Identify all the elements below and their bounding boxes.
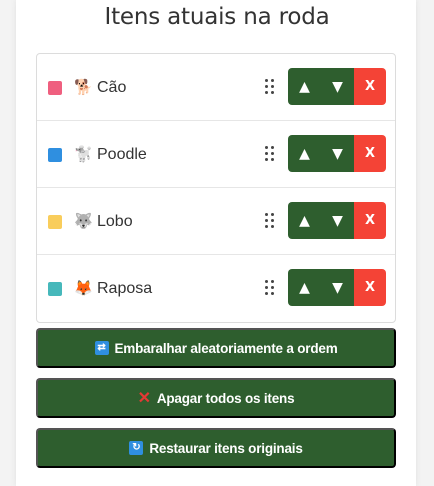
refresh-icon: ↻ [129, 441, 144, 455]
drag-handle-icon[interactable] [265, 146, 275, 162]
color-swatch [48, 282, 62, 296]
move-up-button[interactable]: ▲ [288, 202, 321, 239]
color-swatch [48, 148, 62, 162]
move-up-button[interactable]: ▲ [288, 135, 321, 172]
move-down-button[interactable]: ▼ [321, 68, 354, 105]
cross-icon: ✕ [137, 390, 151, 407]
move-up-button[interactable]: ▲ [288, 269, 321, 306]
delete-item-button[interactable]: X [354, 269, 386, 306]
fox-icon: 🦊 [74, 279, 93, 297]
list-item[interactable]: 🐕 Cão ▲ ▼ X [37, 54, 395, 121]
move-down-button[interactable]: ▼ [321, 269, 354, 306]
item-label: Poodle [97, 146, 147, 163]
clear-all-button[interactable]: ✕ Apagar todos os itens [36, 378, 396, 418]
dog-icon: 🐕 [74, 78, 93, 96]
drag-handle-icon[interactable] [265, 79, 275, 95]
move-down-button[interactable]: ▼ [321, 135, 354, 172]
move-up-button[interactable]: ▲ [288, 68, 321, 105]
drag-handle-icon[interactable] [265, 213, 275, 229]
move-down-button[interactable]: ▼ [321, 202, 354, 239]
color-swatch [48, 81, 62, 95]
delete-item-button[interactable]: X [354, 135, 386, 172]
list-item[interactable]: 🐺 Lobo ▲ ▼ X [37, 188, 395, 255]
drag-handle-icon[interactable] [265, 280, 275, 296]
panel-title: Itens atuais na roda [104, 4, 330, 30]
shuffle-icon: ⇄ [94, 341, 109, 355]
delete-item-button[interactable]: X [354, 68, 386, 105]
clear-all-label: Apagar todos os itens [156, 390, 295, 406]
shuffle-button[interactable]: ⇄ Embaralhar aleatoriamente a ordem [36, 328, 396, 368]
list-item[interactable]: 🦊 Raposa ▲ ▼ X [37, 255, 395, 322]
item-label: Lobo [97, 213, 133, 230]
shuffle-label: Embaralhar aleatoriamente a ordem [114, 340, 338, 356]
item-list: 🐕 Cão ▲ ▼ X 🐩 Poodle ▲ ▼ X 🐺 Lobo ▲ ▼ X … [36, 53, 396, 323]
poodle-icon: 🐩 [74, 145, 93, 163]
restore-label: Restaurar itens originais [149, 440, 303, 456]
list-item[interactable]: 🐩 Poodle ▲ ▼ X [37, 121, 395, 188]
item-label: Raposa [97, 280, 153, 297]
restore-button[interactable]: ↻ Restaurar itens originais [36, 428, 396, 468]
wolf-icon: 🐺 [74, 212, 93, 230]
color-swatch [48, 215, 62, 229]
item-label: Cão [97, 79, 127, 96]
delete-item-button[interactable]: X [354, 202, 386, 239]
